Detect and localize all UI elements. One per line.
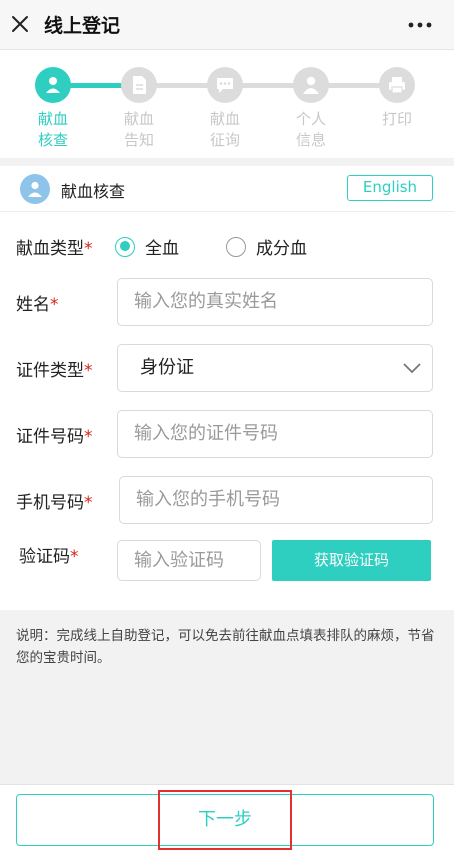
donor-icon: [35, 67, 71, 103]
step-label: 献血 核查: [37, 110, 68, 149]
chat-icon: [207, 67, 243, 103]
close-icon[interactable]: [10, 14, 30, 34]
radio-unchecked-icon[interactable]: [226, 236, 246, 257]
donor-avatar-icon: [20, 174, 50, 204]
step-label: 献血 告知: [123, 110, 154, 149]
step-donation-check: 献血 核查: [31, 67, 75, 151]
more-icon[interactable]: [408, 22, 432, 28]
code-label: 验证码*: [19, 547, 79, 567]
id-type-select[interactable]: 身份证: [117, 344, 433, 392]
person-icon: [293, 67, 329, 103]
id-number-label: 证件号码*: [16, 427, 93, 447]
phone-label: 手机号码*: [16, 493, 93, 513]
document-icon: [121, 67, 157, 103]
phone-input[interactable]: 输入您的手机号码: [119, 476, 433, 524]
step-label: 打印: [381, 110, 412, 128]
english-toggle-button[interactable]: English: [347, 175, 433, 201]
step-print: 打印: [375, 67, 419, 130]
name-input[interactable]: 输入您的真实姓名: [117, 278, 433, 326]
chevron-down-icon: [403, 363, 421, 374]
page-title: 线上登记: [44, 15, 121, 37]
note-text: 说明：完成线上自助登记，可以免去前往献血点填表排队的麻烦，节省您的宝贵时间。: [16, 628, 435, 666]
top-bar: 线上登记: [0, 0, 454, 50]
get-code-button[interactable]: 获取验证码: [272, 540, 431, 581]
next-button[interactable]: 下一步: [16, 794, 434, 846]
step-donation-inquiry: 献血 征询: [203, 67, 247, 151]
blood-type-label: 献血类型*: [16, 239, 93, 259]
radio-component-blood[interactable]: 成分血: [226, 234, 307, 259]
step-personal-info: 个人 信息: [289, 67, 333, 151]
step-label: 个人 信息: [295, 110, 326, 149]
radio-whole-blood[interactable]: 全血: [115, 234, 179, 259]
section-title: 献血核查: [61, 182, 126, 201]
name-label: 姓名*: [16, 295, 59, 315]
id-number-input[interactable]: 输入您的证件号码: [117, 410, 433, 458]
id-type-label: 证件类型*: [16, 361, 93, 381]
radio-checked-icon[interactable]: [115, 236, 135, 257]
bottom-bar: 下一步: [0, 784, 454, 854]
step-label: 献血 征询: [209, 110, 240, 149]
registration-form: 献血类型* 全血 成分血 姓名* 输入您的真实姓名 证件类型* 身份证 证件号码…: [0, 212, 454, 610]
section-header: 献血核查 English: [0, 166, 454, 212]
step-progress: 献血 核查 献血 告知 献血 征询 个人 信息 打印: [0, 50, 454, 158]
printer-icon: [379, 67, 415, 103]
step-donation-notice: 献血 告知: [117, 67, 161, 151]
code-input[interactable]: 输入验证码: [117, 540, 261, 581]
